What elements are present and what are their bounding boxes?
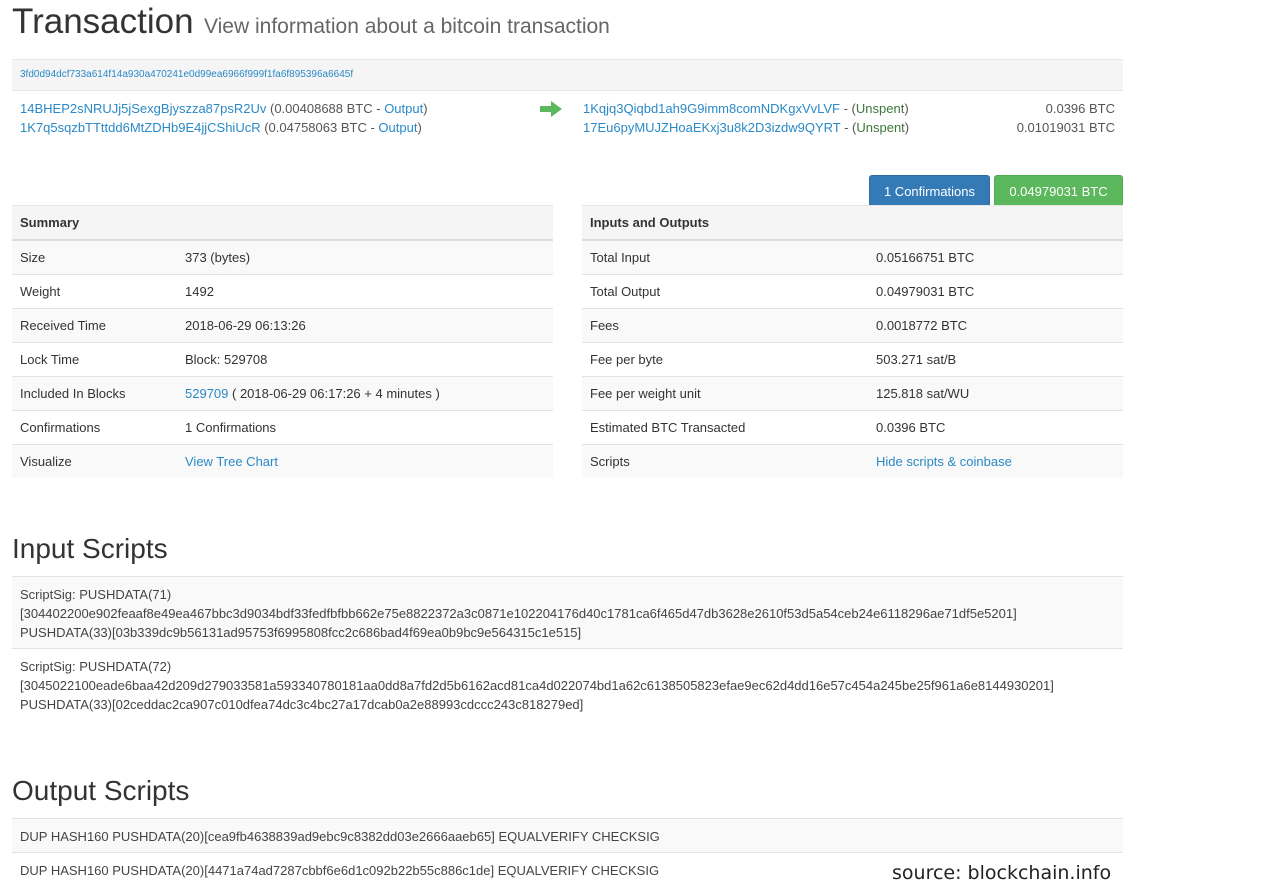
table-row: Total Output 0.04979031 BTC [582, 274, 1123, 309]
row-value: 503.271 sat/B [868, 342, 1123, 377]
row-value: 0.0396 BTC [868, 410, 1123, 445]
input-output-link[interactable]: Output [378, 120, 417, 135]
io-table: Inputs and Outputs Total Input 0.0516675… [582, 205, 1123, 478]
script-line: [304402200e902feaaf8e49ea467bbc3d9034bdf… [20, 606, 1017, 621]
row-value: 2018-06-29 06:13:26 [177, 308, 553, 343]
row-label: Total Input [582, 240, 868, 275]
tx-hash-link[interactable]: 3fd0d94dcf733a614f14a930a470241e0d99ea69… [20, 69, 353, 80]
row-label: Fees [582, 308, 868, 343]
output-script-item: DUP HASH160 PUSHDATA(20)[cea9fb4638839ad… [12, 818, 1123, 852]
page-title: Transaction [12, 2, 194, 41]
input-script-item: ScriptSig: PUSHDATA(72) [3045022100eade6… [12, 648, 1123, 720]
table-row: Visualize View Tree Chart [12, 444, 553, 478]
input-amount-close: ) [417, 120, 422, 135]
output-status-close: ) [904, 101, 909, 116]
row-value: 373 (bytes) [177, 240, 553, 275]
script-line: PUSHDATA(33)[03b339dc9b56131ad95753f6995… [20, 625, 582, 640]
table-row: Lock Time Block: 529708 [12, 342, 553, 377]
row-value: 0.0018772 BTC [868, 308, 1123, 343]
summary-heading: Summary [12, 205, 553, 241]
row-label: Size [12, 240, 177, 275]
output-line: 17Eu6pyMUJZHoaEKxj3u8k2D3izdw9QYRT - (Un… [583, 120, 909, 135]
row-value: 529709 ( 2018-06-29 06:17:26 + 4 minutes… [177, 376, 553, 411]
total-btc-button[interactable]: 0.04979031 BTC [994, 175, 1123, 207]
table-row: Fee per weight unit 125.818 sat/WU [582, 376, 1123, 411]
arrow-right-icon [540, 101, 562, 117]
row-label: Estimated BTC Transacted [582, 410, 868, 445]
view-tree-chart-link[interactable]: View Tree Chart [185, 454, 278, 469]
output-amount: 0.0396 BTC [1045, 101, 1115, 116]
output-scripts-title: Output Scripts [12, 775, 190, 806]
inputs-outputs-panel: Inputs and Outputs Total Input 0.0516675… [582, 205, 1123, 478]
row-value: 0.04979031 BTC [868, 274, 1123, 309]
output-address-link[interactable]: 1Kqjq3Qiqbd1ah9G9imm8comNDKgxVvLVF [583, 101, 840, 116]
table-row: Total Input 0.05166751 BTC [582, 240, 1123, 275]
tx-hash-bar: 3fd0d94dcf733a614f14a930a470241e0d99ea69… [12, 59, 1123, 91]
table-row: Estimated BTC Transacted 0.0396 BTC [582, 410, 1123, 445]
table-row: Included In Blocks 529709 ( 2018-06-29 0… [12, 376, 553, 411]
summary-panel: Summary Size 373 (bytes) Weight 1492 Rec… [12, 205, 553, 478]
row-value: View Tree Chart [177, 444, 553, 478]
output-status-close: ) [904, 120, 910, 135]
input-address-link[interactable]: 1K7q5sqzbTTttdd6MtZDHb9E4jjCShiUcR [20, 120, 261, 135]
output-separator: - ( [840, 101, 856, 116]
table-row: Fees 0.0018772 BTC [582, 308, 1123, 343]
input-scripts-title: Input Scripts [12, 533, 168, 564]
row-label: Scripts [582, 444, 868, 478]
input-amount: (0.00408688 BTC - [266, 101, 385, 116]
table-row: Received Time 2018-06-29 06:13:26 [12, 308, 553, 343]
input-script-item: ScriptSig: PUSHDATA(71) [304402200e902fe… [12, 576, 1123, 648]
row-value: Block: 529708 [177, 342, 553, 377]
row-label: Visualize [12, 444, 177, 478]
hide-scripts-link[interactable]: Hide scripts & coinbase [876, 454, 1012, 469]
output-separator: - ( [840, 120, 857, 135]
row-value: 1 Confirmations [177, 410, 553, 445]
page: Transaction View information about a bit… [0, 0, 1280, 887]
source-caption: source: blockchain.info [892, 862, 1112, 884]
row-label: Lock Time [12, 342, 177, 377]
row-value: 125.818 sat/WU [868, 376, 1123, 411]
script-line: DUP HASH160 PUSHDATA(20)[cea9fb4638839ad… [20, 829, 660, 844]
block-link[interactable]: 529709 [185, 386, 228, 401]
row-label: Confirmations [12, 410, 177, 445]
row-label: Weight [12, 274, 177, 309]
row-value: 1492 [177, 274, 553, 309]
transaction-box: 3fd0d94dcf733a614f14a930a470241e0d99ea69… [12, 59, 1123, 207]
table-row: Size 373 (bytes) [12, 240, 553, 275]
row-label: Received Time [12, 308, 177, 343]
page-header: Transaction View information about a bit… [12, 2, 610, 42]
script-line: PUSHDATA(33)[02ceddac2ca907c010dfea74dc3… [20, 697, 584, 712]
output-amount: 0.01019031 BTC [1016, 120, 1115, 135]
output-status: Unspent [856, 120, 905, 135]
block-time: ( 2018-06-29 06:17:26 + 4 minutes ) [228, 386, 440, 401]
input-address-link[interactable]: 14BHEP2sNRUJj5jSexgBjyszza87psR2Uv [20, 101, 266, 116]
table-row: Confirmations 1 Confirmations [12, 410, 553, 445]
table-row: Fee per byte 503.271 sat/B [582, 342, 1123, 377]
script-line: [3045022100eade6baa42d209d279033581a5933… [20, 678, 1054, 693]
input-amount: (0.04758063 BTC - [260, 120, 379, 135]
row-value: 0.05166751 BTC [868, 240, 1123, 275]
confirmations-button[interactable]: 1 Confirmations [869, 175, 990, 207]
summary-table: Summary Size 373 (bytes) Weight 1492 Rec… [12, 205, 553, 478]
table-row: Scripts Hide scripts & coinbase [582, 444, 1123, 478]
script-line: ScriptSig: PUSHDATA(72) [20, 659, 172, 674]
table-row: Weight 1492 [12, 274, 553, 309]
tx-inputs-outputs: 14BHEP2sNRUJj5jSexgBjyszza87psR2Uv (0.00… [12, 91, 1123, 207]
page-subtitle: View information about a bitcoin transac… [204, 15, 610, 38]
row-label: Included In Blocks [12, 376, 177, 411]
output-status: Unspent [855, 101, 905, 116]
input-line: 14BHEP2sNRUJj5jSexgBjyszza87psR2Uv (0.00… [20, 101, 428, 116]
input-output-link[interactable]: Output [384, 101, 423, 116]
io-heading: Inputs and Outputs [582, 205, 1123, 241]
input-amount-close: ) [423, 101, 428, 116]
row-label: Total Output [582, 274, 868, 309]
script-line: ScriptSig: PUSHDATA(71) [20, 587, 172, 602]
input-line: 1K7q5sqzbTTttdd6MtZDHb9E4jjCShiUcR (0.04… [20, 120, 422, 135]
output-address-link[interactable]: 17Eu6pyMUJZHoaEKxj3u8k2D3izdw9QYRT [583, 120, 840, 135]
row-label: Fee per byte [582, 342, 868, 377]
row-value: Hide scripts & coinbase [868, 444, 1123, 478]
output-line: 1Kqjq3Qiqbd1ah9G9imm8comNDKgxVvLVF - (Un… [583, 101, 909, 116]
row-label: Fee per weight unit [582, 376, 868, 411]
